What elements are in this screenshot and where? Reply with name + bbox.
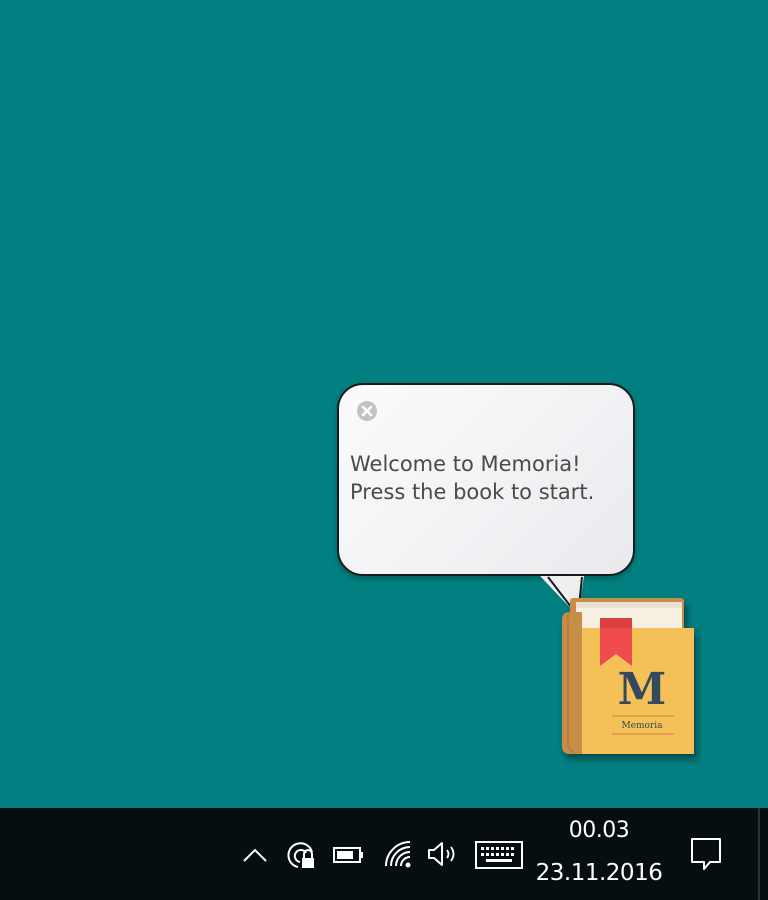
network-lock-icon[interactable]	[283, 836, 321, 874]
book-letter: M	[618, 664, 667, 715]
taskbar-clock[interactable]: 00.03 23.11.2016	[532, 815, 666, 899]
keyboard-icon[interactable]	[472, 836, 526, 874]
taskbar-edge	[758, 808, 760, 900]
wifi-icon[interactable]	[380, 836, 414, 872]
book-label: Memoria	[621, 721, 663, 731]
clock-time: 00.03	[568, 818, 630, 843]
close-circle-icon[interactable]	[355, 399, 379, 423]
chevron-up-icon[interactable]	[238, 838, 272, 872]
notification-icon[interactable]	[684, 832, 728, 876]
speaker-icon[interactable]	[424, 836, 462, 872]
battery-icon[interactable]	[330, 840, 368, 870]
clock-date: 23.11.2016	[535, 860, 663, 886]
bubble-message: Welcome to Memoria! Press the book to st…	[350, 450, 640, 506]
bubble-line-2: Press the book to start.	[350, 480, 595, 504]
bubble-line-1: Welcome to Memoria!	[350, 452, 581, 476]
memoria-book-icon[interactable]: M Memoria	[556, 594, 702, 766]
